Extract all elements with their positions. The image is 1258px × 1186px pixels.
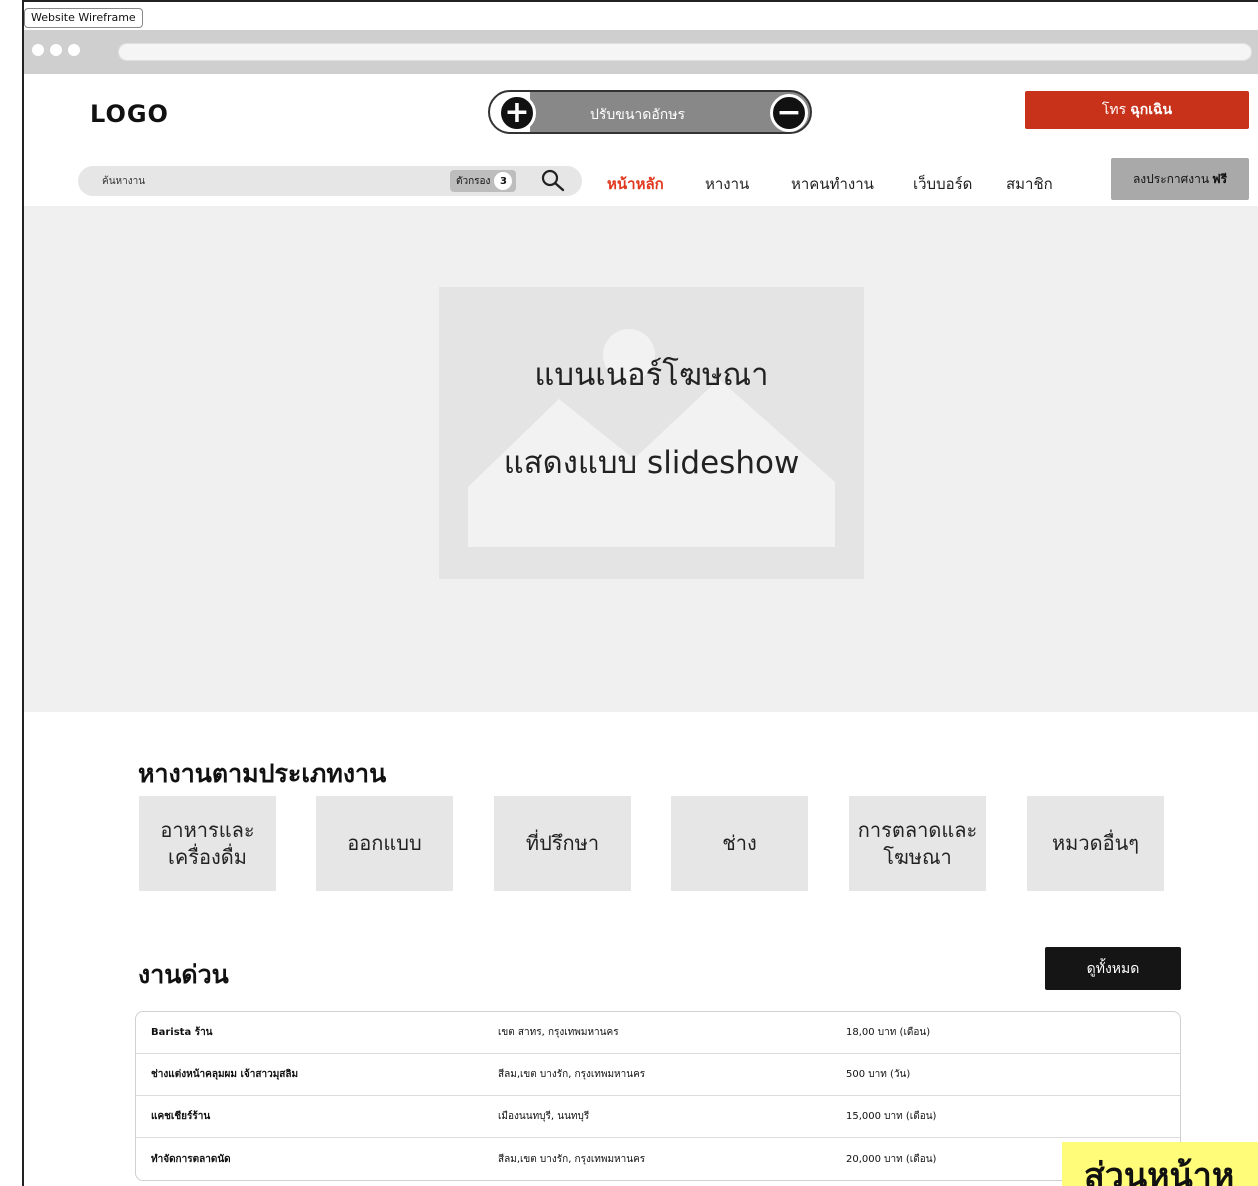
frame-title: Website Wireframe: [24, 8, 143, 28]
hero-section: แบนเนอร์โฆษณา แสดงแบบ slideshow: [24, 206, 1258, 712]
category-section-title: หางานตามประเภทงาน: [138, 759, 387, 788]
job-salary: 500 บาท (วัน): [846, 1069, 911, 1080]
post-job-label: ลงประกาศงาน: [1132, 171, 1210, 186]
job-location: เมืองนนทบุรี, นนทบุรี: [498, 1111, 590, 1122]
nav-item-webboard[interactable]: เว็บบอร์ด: [913, 172, 972, 196]
search-placeholder: ค้นหางาน: [102, 176, 146, 187]
category-card-food[interactable]: อาหารและเครื่องดื่ม: [139, 796, 276, 891]
job-location: สีลม,เขต บางรัก, กรุงเทพมหานคร: [498, 1153, 646, 1165]
banner-title: แบนเนอร์โฆษณา: [534, 357, 769, 393]
emergency-label-bold: ฉุกเฉิน: [1130, 102, 1173, 118]
filter-button[interactable]: ตัวกรอง 3: [450, 170, 517, 192]
table-row[interactable]: ทำจัดการตลาดนัด สีลม,เขต บางรัก, กรุงเทพ…: [136, 1138, 1180, 1180]
nav-item-find-worker[interactable]: หาคนทำงาน: [791, 172, 874, 196]
site-header: LOGO + ปรับขนาดอักษร − โทร ฉุกเฉิน: [24, 74, 1258, 152]
search-input[interactable]: ค้นหางาน ตัวกรอง 3: [78, 166, 582, 196]
job-title: ทำจัดการตลาดนัด: [151, 1153, 231, 1165]
font-size-label: ปรับขนาดอักษร: [590, 107, 686, 123]
logo[interactable]: LOGO: [90, 100, 169, 128]
view-all-button[interactable]: ดูทั้งหมด: [1045, 947, 1181, 990]
table-row[interactable]: Barista ร้าน เขต สาทร, กรุงเทพมหานคร 18,…: [136, 1012, 1180, 1054]
category-card-other[interactable]: หมวดอื่นๆ: [1027, 796, 1164, 891]
category-card-marketing[interactable]: การตลาดและโฆษณา: [849, 796, 986, 891]
post-job-free-label: ฟรี: [1212, 171, 1228, 186]
urgent-jobs-table: Barista ร้าน เขต สาทร, กรุงเทพมหานคร 18,…: [135, 1011, 1181, 1181]
banner-subtitle: แสดงแบบ slideshow: [503, 445, 800, 481]
table-row[interactable]: แคชเชียร์ร้าน เมืองนนทบุรี, นนทบุรี 15,0…: [136, 1096, 1180, 1138]
window-dot-icon[interactable]: [32, 44, 44, 56]
job-location: สีลม,เขต บางรัก, กรุงเทพมหานคร: [498, 1069, 646, 1080]
post-job-button[interactable]: ลงประกาศงาน ฟรี: [1111, 158, 1249, 200]
category-card-consulting[interactable]: ที่ปรึกษา: [494, 796, 631, 891]
decrease-font-button[interactable]: −: [770, 94, 808, 132]
increase-font-button[interactable]: +: [498, 94, 536, 132]
filter-count-badge: 3: [494, 172, 513, 190]
urgent-jobs-title: งานด่วน: [138, 960, 229, 989]
caption-box: ส่วนหน้าห: [1062, 1142, 1258, 1186]
job-title: Barista ร้าน: [151, 1027, 213, 1038]
image-placeholder-icon: [468, 329, 835, 547]
address-bar[interactable]: [118, 43, 1252, 61]
job-salary: 18,00 บาท (เดือน): [846, 1027, 931, 1038]
nav-item-members[interactable]: สมาชิก: [1006, 172, 1053, 196]
emergency-call-button[interactable]: โทร ฉุกเฉิน: [1025, 91, 1249, 129]
table-row[interactable]: ช่างแต่งหน้าคลุมผม เจ้าสาวมุสลิม สีลม,เข…: [136, 1054, 1180, 1096]
category-card-design[interactable]: ออกแบบ: [316, 796, 453, 891]
job-location: เขต สาทร, กรุงเทพมหานคร: [498, 1027, 619, 1038]
window-dot-icon[interactable]: [50, 44, 62, 56]
category-card-technician[interactable]: ช่าง: [671, 796, 808, 891]
window-dot-icon[interactable]: [68, 44, 80, 56]
nav-item-find-job[interactable]: หางาน: [705, 172, 749, 196]
window-controls: [32, 44, 80, 56]
ad-banner-slideshow[interactable]: แบนเนอร์โฆษณา แสดงแบบ slideshow: [439, 287, 864, 579]
job-title: ช่างแต่งหน้าคลุมผม เจ้าสาวมุสลิม: [151, 1069, 299, 1080]
emergency-label: โทร: [1101, 102, 1127, 118]
caption-text: ส่วนหน้าห: [1084, 1156, 1235, 1186]
nav-item-home[interactable]: หน้าหลัก: [607, 172, 664, 196]
minus-icon: −: [776, 95, 802, 130]
search-icon[interactable]: [540, 168, 566, 194]
main-nav: ค้นหางาน ตัวกรอง 3 หน้าหลัก หางาน หาคนทำ…: [24, 152, 1258, 206]
browser-bar: [24, 30, 1258, 74]
filter-label: ตัวกรอง: [456, 175, 491, 187]
job-title: แคชเชียร์ร้าน: [151, 1111, 211, 1122]
job-salary: 15,000 บาท (เดือน): [846, 1111, 937, 1122]
font-size-control: + ปรับขนาดอักษร −: [488, 90, 812, 134]
plus-icon: +: [504, 95, 530, 130]
